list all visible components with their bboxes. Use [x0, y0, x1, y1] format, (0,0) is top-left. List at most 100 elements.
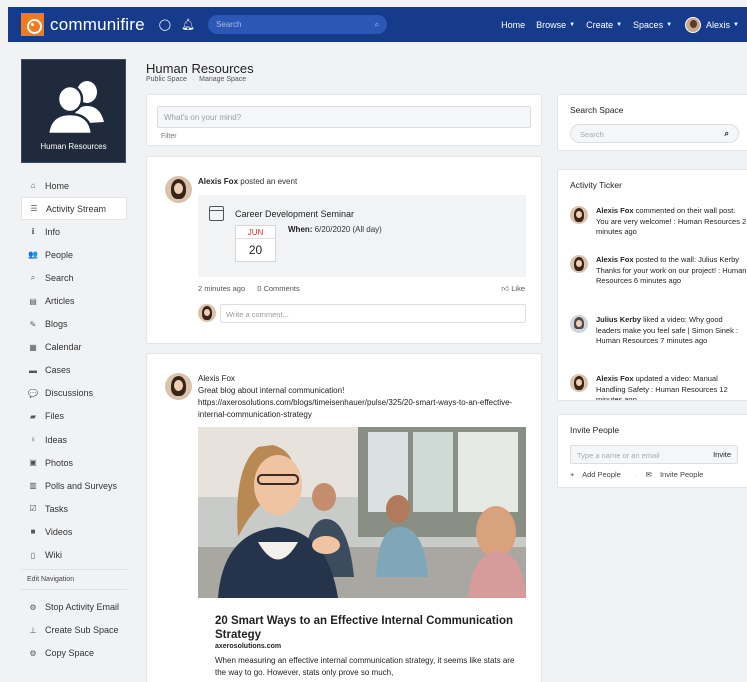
nav-home[interactable]: Home — [501, 20, 525, 30]
sidebar-item-info[interactable]: ℹ Info — [21, 220, 127, 243]
invite-people-link[interactable]: ✉ Invite People — [646, 470, 710, 479]
avatar[interactable] — [165, 373, 192, 400]
breadcrumb-separator: · — [191, 76, 195, 83]
sidebar-item-people[interactable]: 👥 People — [21, 243, 127, 266]
thumbs-up-icon: 👍︎ — [501, 284, 510, 293]
avatar — [570, 315, 588, 333]
user-menu[interactable]: Alexis ▼ — [685, 16, 739, 33]
manage-space-link[interactable]: Manage Space — [199, 76, 246, 83]
link-preview-title[interactable]: 20 Smart Ways to an Effective Internal C… — [215, 614, 515, 642]
ticker-user[interactable]: Julius Kerby — [596, 315, 641, 324]
edit-navigation-link[interactable]: Edit Navigation — [21, 568, 127, 590]
bell-icon[interactable]: 🔔︎ — [181, 18, 195, 31]
caret-down-icon: ▼ — [616, 21, 623, 28]
event-details[interactable]: Career Development Seminar JUN 20 When: … — [198, 195, 526, 277]
caret-down-icon: ▼ — [569, 21, 576, 28]
gears-icon: ⚙ — [29, 648, 37, 658]
blog-icon: ✎ — [29, 319, 37, 329]
nav-browse[interactable]: Browse ▼ — [536, 20, 575, 30]
like-button[interactable]: 👍︎ Like — [501, 284, 525, 294]
sidebar-item-label: Copy Space — [45, 648, 95, 659]
sidebar-item-articles[interactable]: ▤ Articles — [21, 289, 127, 312]
filter-link[interactable]: Filter — [161, 133, 177, 140]
invite-input[interactable]: Type a name or an email Invite — [570, 445, 738, 464]
event-day: 20 — [248, 243, 263, 257]
event-title[interactable]: Career Development Seminar — [235, 209, 354, 219]
activity-ticker-panel: Activity Ticker Alexis Fox commented on … — [557, 169, 747, 401]
space-card-name: Human Resources — [40, 142, 107, 151]
post-author[interactable]: Alexis Fox — [198, 374, 235, 383]
sidebar-item-calendar[interactable]: ▦ Calendar — [21, 336, 127, 359]
avatar — [570, 374, 588, 392]
comment-input[interactable]: Write a comment... — [220, 304, 526, 323]
post-time[interactable]: 2 minutes ago — [198, 284, 245, 293]
sidebar-item-ideas[interactable]: ♀ Ideas — [21, 428, 127, 451]
post-text: Great blog about internal communication!… — [198, 385, 528, 421]
sidebar-item-cases[interactable]: ▬ Cases — [21, 359, 127, 382]
chat-icon[interactable]: ◯ — [159, 18, 171, 31]
sidebar-item-polls-and-surveys[interactable]: ▥ Polls and Surveys — [21, 474, 127, 497]
sidebar-item-files[interactable]: ▰ Files — [21, 405, 127, 428]
task-icon: ☑ — [29, 504, 37, 514]
user-name: Alexis — [706, 19, 731, 30]
image-icon: ▣ — [29, 458, 37, 468]
top-nav-menu: Home Browse ▼ Create ▼ Spaces ▼ Alexis ▼ — [490, 16, 739, 33]
sidebar-item-stop-activity-email[interactable]: ⚙ Stop Activity Email — [21, 596, 127, 619]
global-search-input[interactable] — [216, 20, 375, 29]
space-search-input[interactable]: Search ⌕ — [570, 124, 739, 143]
sidebar-item-label: Activity Stream — [46, 203, 107, 214]
sidebar-item-copy-space[interactable]: ⚙ Copy Space — [21, 642, 127, 665]
sidebar-item-label: Tasks — [45, 503, 69, 514]
post-action: posted an event — [238, 177, 298, 186]
invite-people-panel: Invite People Type a name or an email In… — [557, 414, 747, 488]
post-link[interactable]: https://axerosolutions.com/blogs/timeise… — [198, 398, 512, 419]
sidebar-item-blogs[interactable]: ✎ Blogs — [21, 313, 127, 336]
ticker-text: Alexis Fox commented on their wall post:… — [596, 206, 747, 238]
ticker-user[interactable]: Alexis Fox — [596, 374, 634, 383]
nav-create[interactable]: Create ▼ — [586, 20, 622, 30]
sidebar-item-discussions[interactable]: 💬 Discussions — [21, 382, 127, 405]
search-icon[interactable]: ⌕ — [725, 129, 729, 139]
search-icon: ⌕ — [30, 272, 36, 282]
nav-spaces[interactable]: Spaces ▼ — [633, 20, 672, 30]
add-people-link[interactable]: + Add People — [570, 470, 627, 479]
chat-icon: 💬 — [28, 388, 38, 398]
people-icon: 👥 — [28, 250, 38, 260]
post-composer: What's on your mind? Filter — [146, 94, 542, 146]
search-icon[interactable]: ⌕ — [375, 20, 379, 30]
sidebar-item-label: Info — [45, 226, 61, 237]
like-label: Like — [511, 284, 525, 293]
list-icon: ☰ — [30, 204, 38, 214]
sidebar-item-create-sub-space[interactable]: ⊥ Create Sub Space — [21, 619, 127, 642]
avatar[interactable] — [165, 176, 192, 203]
sidebar-item-label: Home — [45, 180, 70, 191]
top-navigation-bar: communifire ◯ 🔔︎ ⌕ Home Browse▼ Create▼ … — [8, 7, 747, 42]
sidebar-item-label: Videos — [45, 526, 73, 537]
logo[interactable]: communifire — [21, 13, 145, 36]
post-author[interactable]: Alexis Fox — [198, 177, 238, 186]
sidebar-item-wiki[interactable]: ▯ Wiki — [21, 544, 127, 567]
ticker-user[interactable]: Alexis Fox — [596, 206, 634, 215]
ticker-user[interactable]: Alexis Fox — [596, 255, 634, 264]
sidebar-item-photos[interactable]: ▣ Photos — [21, 451, 127, 474]
sidebar-item-label: Search — [45, 272, 74, 283]
invite-button[interactable]: Invite — [713, 450, 731, 459]
global-search[interactable]: ⌕ — [208, 15, 388, 34]
comment-count[interactable]: 0 Comments — [257, 284, 300, 293]
sidebar-item-home[interactable]: ⌂ Home — [21, 174, 127, 197]
space-avatar-card[interactable]: Human Resources — [21, 59, 126, 163]
invite-links: + Add People · ✉ Invite People — [570, 470, 715, 479]
event-month: JUN — [236, 226, 275, 239]
sidebar-item-search[interactable]: ⌕ Search — [21, 266, 127, 289]
sidebar-item-activity-stream[interactable]: ☰ Activity Stream — [21, 197, 127, 221]
sidebar-item-label: Polls and Surveys — [45, 480, 118, 491]
panel-heading: Invite People — [570, 425, 620, 435]
avatar — [570, 255, 588, 273]
sidebar-item-label: Wiki — [45, 550, 62, 561]
ticker-text: Alexis Fox posted to the wall: Julius Ke… — [596, 255, 747, 287]
sidebar-item-tasks[interactable]: ☑ Tasks — [21, 497, 127, 520]
link-preview-image[interactable] — [198, 427, 526, 598]
status-input[interactable]: What's on your mind? — [157, 106, 531, 128]
sidebar-item-videos[interactable]: ■ Videos — [21, 520, 127, 543]
event-date-badge: JUN 20 — [235, 225, 276, 262]
